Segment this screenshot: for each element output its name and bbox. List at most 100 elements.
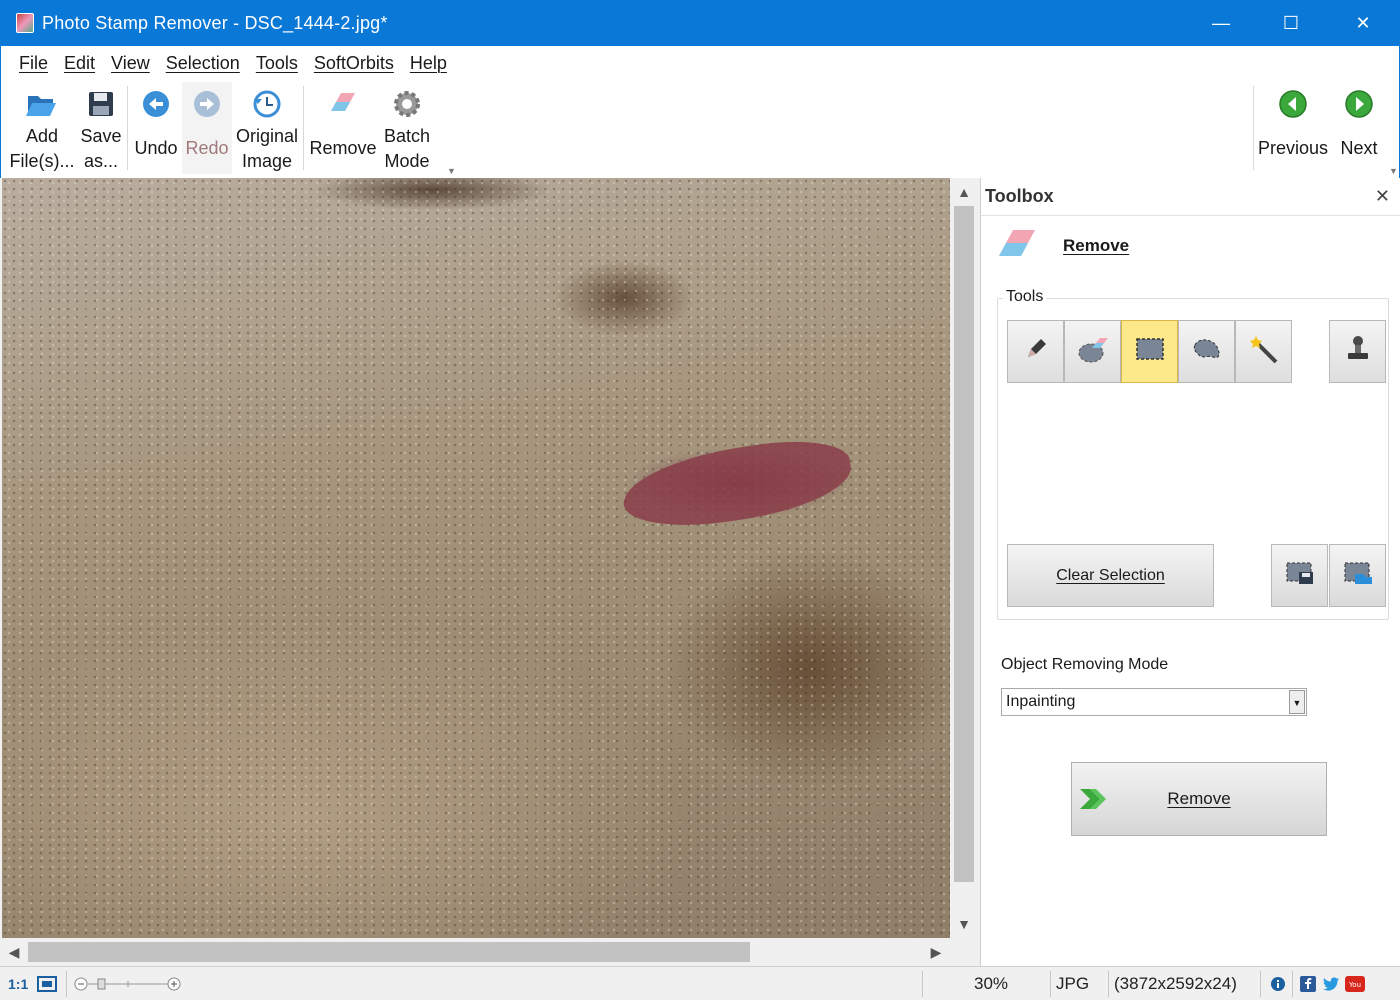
scroll-left-icon[interactable]: ◀ [2,938,26,966]
toolbar-separator [303,86,304,170]
menu-help[interactable]: Help [402,53,455,74]
image-dimensions: (3872x2592x24) [1114,974,1237,993]
object-removing-mode-label: Object Removing Mode [1001,656,1169,673]
clear-selection-button[interactable]: Clear Selection [1007,544,1214,607]
toolbar-overflow-icon-right[interactable]: ▼ [1389,166,1399,176]
next-label: Next [1340,138,1378,158]
save-as-label-1: Save [80,126,122,146]
previous-button[interactable]: Previous [1257,82,1329,174]
save-as-label-2: as... [83,151,118,171]
stamp-tool-button[interactable] [1329,320,1386,383]
scroll-up-icon[interactable]: ▲ [950,178,978,206]
svg-text:You: You [1348,981,1361,989]
facebook-icon[interactable] [1300,967,1316,1000]
floppy-disk-icon [85,88,117,120]
mode-select-value: Inpainting [1006,693,1076,710]
image-format: JPG [1056,974,1090,993]
status-separator [1050,971,1051,997]
info-icon[interactable] [1270,967,1286,1000]
tools-group-label: Tools [1003,288,1047,306]
menu-view[interactable]: View [103,53,158,74]
eraser-icon [1076,334,1110,369]
menu-file[interactable]: File [11,53,56,74]
original-image-button[interactable]: Original Image [233,82,301,174]
lasso-tool-button[interactable] [1178,320,1235,383]
menu-tools[interactable]: Tools [248,53,306,74]
toolbox-header: Toolbox [981,178,1400,216]
object-removing-mode-select[interactable]: Inpainting ▼ [1001,688,1307,716]
lasso-icon [1191,335,1223,368]
next-arrow-icon [1343,88,1375,120]
batch-mode-button[interactable]: Batch Mode [379,82,435,174]
pencil-icon [1023,336,1049,367]
twitter-icon[interactable] [1322,967,1340,1000]
redo-label: Redo [185,138,229,158]
rectangle-select-tool-button[interactable] [1121,320,1178,383]
minimize-button[interactable]: — [1186,0,1256,46]
scroll-down-icon[interactable]: ▼ [950,910,978,938]
status-separator [1260,971,1261,997]
next-button[interactable]: Next [1331,82,1387,174]
menu-selection[interactable]: Selection [158,53,248,74]
redo-button[interactable]: Redo [182,82,232,174]
image-canvas[interactable] [2,178,950,938]
stamp-icon [1344,334,1372,369]
toolbar-overflow-icon[interactable]: ▼ [447,166,457,176]
eraser-tool-button[interactable] [1064,320,1121,383]
status-separator [66,971,67,997]
remove-toolbar-button[interactable]: Remove [307,82,379,174]
menu-edit[interactable]: Edit [56,53,103,74]
toolbar-separator [1253,86,1254,170]
green-arrow-icon [1078,785,1108,818]
zoom-slider[interactable] [72,967,184,1000]
remove-button[interactable]: Remove [1071,762,1327,836]
horizontal-scrollbar[interactable]: ◀ ▶ [2,938,950,966]
add-files-button[interactable]: Add File(s)... [9,82,75,174]
window-title: Photo Stamp Remover - DSC_1444-2.jpg* [42,12,388,33]
remove-toolbar-label: Remove [309,138,377,158]
save-as-button[interactable]: Save as... [75,82,127,174]
undo-label: Undo [134,138,178,158]
gear-icon [391,88,423,120]
scroll-right-icon[interactable]: ▶ [924,938,948,966]
maximize-button[interactable]: ☐ [1256,0,1326,46]
zoom-1to1-button[interactable]: 1:1 [8,967,28,1000]
folder-open-icon [26,88,58,120]
load-selection-icon [1343,560,1373,591]
remove-button-label: Remove [1167,789,1231,808]
save-selection-button[interactable] [1271,544,1328,607]
previous-label: Previous [1257,138,1329,158]
photo-texture [2,178,950,938]
rectangle-select-icon [1134,336,1166,367]
eraser-icon [327,88,359,120]
previous-arrow-icon [1277,88,1309,120]
youtube-icon[interactable]: You [1344,967,1366,1000]
scroll-corner [950,938,980,966]
toolbar-separator [127,86,128,170]
redo-arrow-icon [191,88,223,120]
toolbox-close-icon[interactable]: ✕ [1375,186,1390,207]
horizontal-scroll-thumb[interactable] [28,942,750,962]
undo-arrow-icon [140,88,172,120]
menu-bar: File Edit View Selection Tools SoftOrbit… [0,46,1400,80]
vertical-scroll-thumb[interactable] [954,206,974,882]
save-selection-icon [1285,560,1315,591]
undo-button[interactable]: Undo [131,82,181,174]
original-image-label-2: Image [241,151,293,171]
close-button[interactable]: ✕ [1328,0,1398,46]
menu-softorbits[interactable]: SoftOrbits [306,53,402,74]
magic-wand-tool-button[interactable] [1235,320,1292,383]
status-bar: 1:1 30% JPG (3872x2592x24) You [0,966,1400,1000]
magic-wand-icon [1248,334,1280,369]
load-selection-button[interactable] [1329,544,1386,607]
batch-mode-label-1: Batch [383,126,431,146]
pencil-tool-button[interactable] [1007,320,1064,383]
fit-window-icon[interactable] [36,967,58,1000]
original-image-label-1: Original [235,126,299,146]
history-clock-icon [251,88,283,120]
vertical-scrollbar[interactable]: ▲ ▼ [950,178,978,938]
add-files-label-2: File(s)... [9,151,75,171]
title-bar: Photo Stamp Remover - DSC_1444-2.jpg* — … [0,0,1400,46]
chevron-down-icon[interactable]: ▼ [1289,690,1305,714]
status-separator [1292,971,1293,997]
